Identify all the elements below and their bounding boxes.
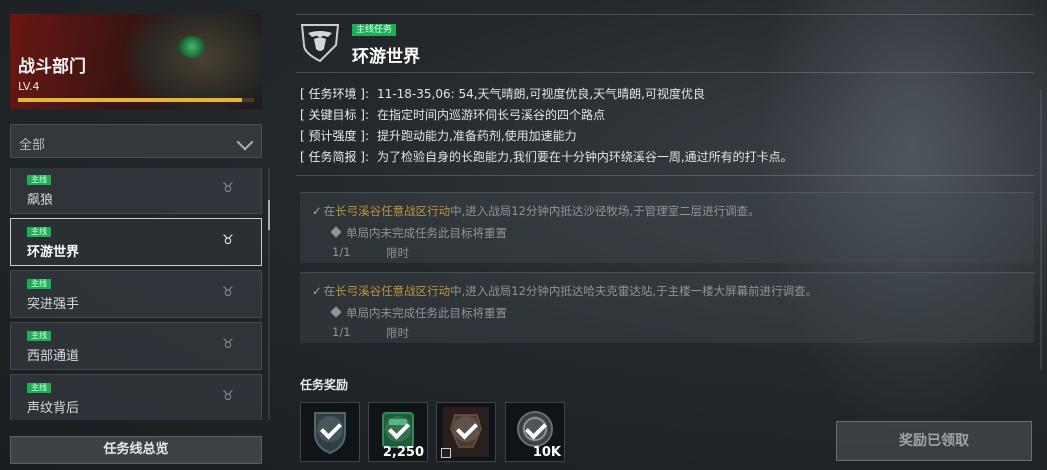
- objective-warning: 单局内未完成任务此目标将重置: [330, 305, 507, 321]
- main-mission-tag: 主线任务: [352, 24, 397, 36]
- quest-name: 西部通道: [27, 349, 80, 364]
- quest-list-scroll-thumb[interactable]: [268, 200, 270, 230]
- reward-item[interactable]: 2,250: [368, 402, 428, 462]
- quest-item-selected[interactable]: 主线 环游世界 ♉: [10, 218, 262, 266]
- claimed-check-icon: [453, 416, 479, 442]
- main-quest-tag: 主线: [27, 279, 51, 289]
- level-progress-fill: [18, 98, 243, 102]
- night-vision-icon: [178, 36, 206, 58]
- objective-limit: 限时: [386, 246, 409, 260]
- claimed-check-icon: [385, 416, 411, 442]
- objective-card: ✓ 在长弓溪谷任意战区行动中,进入战局12分钟内抵达哈夫克雷达站,于主楼一楼大屏幕…: [300, 272, 1034, 343]
- bound-item-icon: [441, 448, 451, 458]
- reward-item[interactable]: [436, 402, 496, 462]
- questline-overview-button[interactable]: 任务线总览: [10, 436, 262, 464]
- main-quest-tag: 主线: [27, 383, 51, 393]
- rewards-claimed-button[interactable]: 奖励已领取: [836, 421, 1032, 461]
- rank-badge-icon: ♉: [222, 337, 234, 352]
- info-intensity: [ 预计强度 ]: 提升跑动能力,准备药剂,使用加速能力: [300, 129, 577, 143]
- rank-badge-icon: ♉: [222, 389, 234, 404]
- level-progress-bar: [18, 98, 254, 102]
- mission-title: 环游世界: [352, 47, 420, 67]
- objective-card: ✓ 在长弓溪谷任意战区行动中,进入战局12分钟内抵达沙径牧场,于管理室二层进行调查…: [300, 192, 1034, 263]
- objective-warning: 单局内未完成任务此目标将重置: [330, 225, 507, 241]
- rewards-label: 任务奖励: [300, 378, 349, 392]
- claimed-check-icon: [317, 416, 343, 442]
- quest-name: 突进强手: [27, 297, 80, 312]
- main-quest-tag: 主线: [27, 331, 51, 341]
- quest-item[interactable]: 主线 突进强手 ♉: [10, 270, 262, 318]
- department-level: LV.4: [18, 80, 40, 93]
- info-environment: [ 任务环境 ]: 11-18-35,06: 54,天气晴朗,可视度优良,天气晴朗…: [300, 87, 705, 101]
- claimed-check-icon: [522, 416, 548, 442]
- reward-item[interactable]: 10K: [505, 402, 565, 462]
- quest-filter-dropdown[interactable]: 全部: [10, 124, 262, 158]
- filter-selected-value: 全部: [19, 138, 46, 153]
- rank-badge-icon: ♉: [222, 285, 234, 300]
- info-briefing: [ 任务简报 ]: 为了检验自身的长跑能力,我们要在十分钟内环绕溪谷一周,通过所有…: [300, 150, 793, 164]
- warning-diamond-icon: [330, 306, 342, 318]
- quest-name: 声纹背后: [27, 401, 80, 416]
- quest-item[interactable]: 主线 声纹背后 ♉: [10, 374, 262, 420]
- mission-info: [ 任务环境 ]: 11-18-35,06: 54,天气晴朗,可视度优良,天气晴朗…: [296, 72, 1034, 176]
- eagle-emblem-icon: [300, 24, 340, 63]
- divider: [296, 14, 1034, 15]
- chevron-down-icon: [236, 133, 254, 151]
- rank-badge-icon: ♉: [222, 181, 234, 196]
- info-key-target: [ 关键目标 ]: 在指定时间内巡游环伺长弓溪谷的四个路点: [300, 108, 606, 122]
- department-title: 战斗部门: [18, 57, 86, 77]
- quest-item[interactable]: 主线 西部通道 ♉: [10, 322, 262, 370]
- quest-item[interactable]: 主线 飙狼 ♉: [10, 168, 262, 214]
- completed-check-icon: ✓: [312, 204, 322, 218]
- objective-text: ✓ 在长弓溪谷任意战区行动中,进入战局12分钟内抵达哈夫克雷达站,于主楼一楼大屏幕…: [312, 284, 818, 298]
- quest-name: 飙狼: [27, 193, 54, 208]
- detail-scrollbar[interactable]: [1040, 90, 1042, 370]
- quest-name: 环游世界: [27, 245, 80, 260]
- objective-progress: 1/1: [332, 325, 351, 339]
- main-quest-tag: 主线: [27, 227, 51, 237]
- objective-progress: 1/1: [332, 245, 351, 259]
- completed-check-icon: ✓: [312, 284, 322, 298]
- reward-item[interactable]: [300, 402, 360, 462]
- main-quest-tag: 主线: [27, 175, 51, 185]
- objective-limit: 限时: [386, 326, 409, 340]
- department-card[interactable]: 战斗部门 LV.4: [10, 14, 262, 109]
- objective-text: ✓ 在长弓溪谷任意战区行动中,进入战局12分钟内抵达沙径牧场,于管理室二层进行调查…: [312, 204, 760, 218]
- quest-list[interactable]: 主线 飙狼 ♉ 主线 环游世界 ♉ 主线 突进强手 ♉ 主线 西部通道 ♉ 主线…: [10, 168, 262, 420]
- warning-diamond-icon: [330, 226, 342, 238]
- operator-portrait: [120, 14, 262, 109]
- rank-badge-icon: ♉: [222, 233, 234, 248]
